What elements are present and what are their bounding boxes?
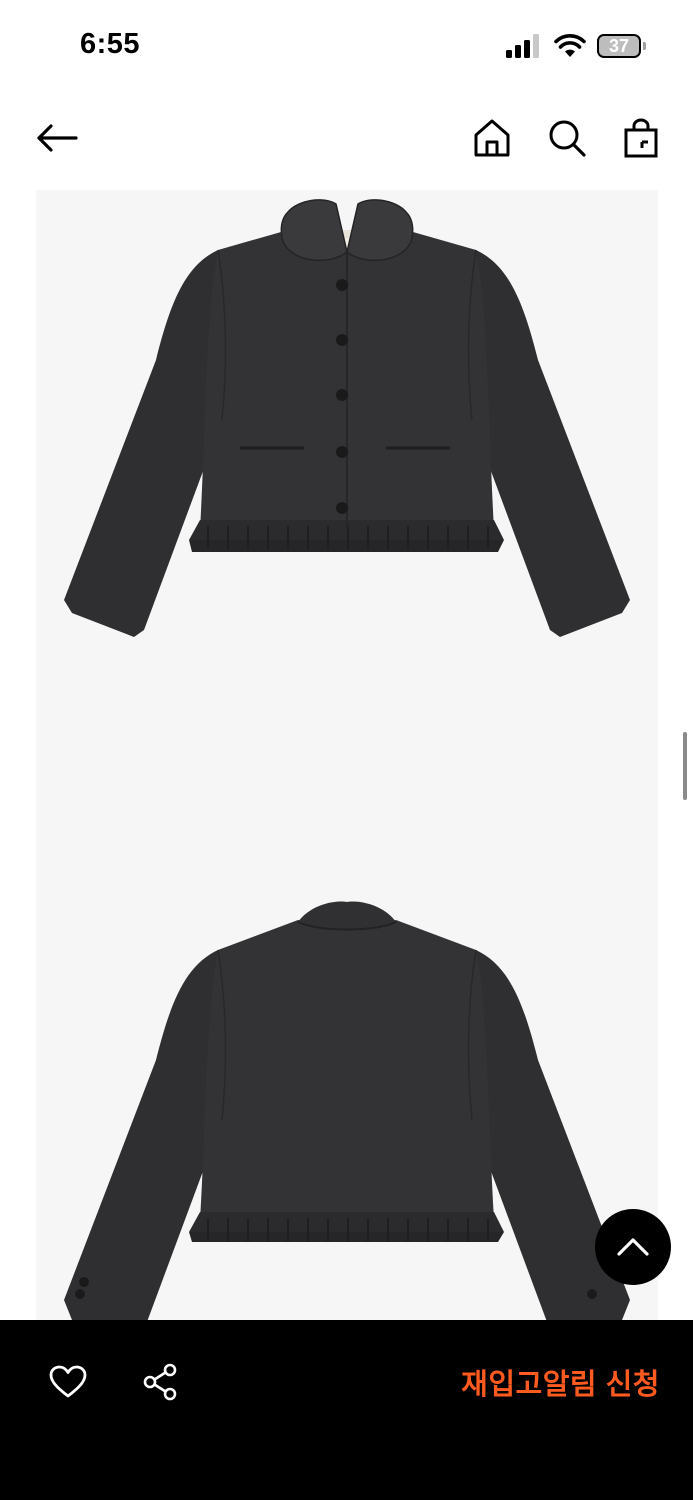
share-button[interactable] — [136, 1358, 184, 1406]
status-time: 6:55 — [80, 28, 141, 60]
scroll-to-top-button[interactable] — [595, 1209, 671, 1285]
jacket-front-image — [64, 199, 630, 637]
top-nav-bar — [0, 100, 693, 176]
home-button[interactable] — [466, 112, 518, 164]
status-bar: 6:55 37 — [0, 0, 693, 92]
shopping-bag-button[interactable] — [615, 112, 667, 164]
like-button[interactable] — [44, 1358, 92, 1406]
search-button[interactable] — [541, 112, 593, 164]
signal-icon — [506, 34, 539, 58]
product-image-gallery[interactable] — [36, 190, 658, 1320]
search-icon — [549, 120, 586, 157]
back-button[interactable] — [30, 112, 82, 164]
shopping-bag-icon — [624, 118, 658, 158]
bottom-action-bar: 재입고알림 신청 — [0, 1320, 693, 1500]
back-arrow-icon — [37, 124, 78, 152]
heart-icon — [49, 1365, 87, 1398]
scrollbar[interactable] — [683, 732, 687, 800]
battery-icon: 37 — [597, 34, 647, 58]
restock-alert-button[interactable]: 재입고알림 신청 — [380, 1358, 660, 1406]
product-detail-screen: 6:55 37 재입고알림 신청 — [0, 0, 693, 1500]
wifi-icon — [554, 34, 586, 57]
jacket-back-image — [64, 901, 630, 1320]
home-icon — [474, 119, 510, 157]
battery-percent: 37 — [608, 36, 630, 56]
share-icon — [143, 1363, 177, 1401]
chevron-up-icon — [617, 1238, 649, 1256]
